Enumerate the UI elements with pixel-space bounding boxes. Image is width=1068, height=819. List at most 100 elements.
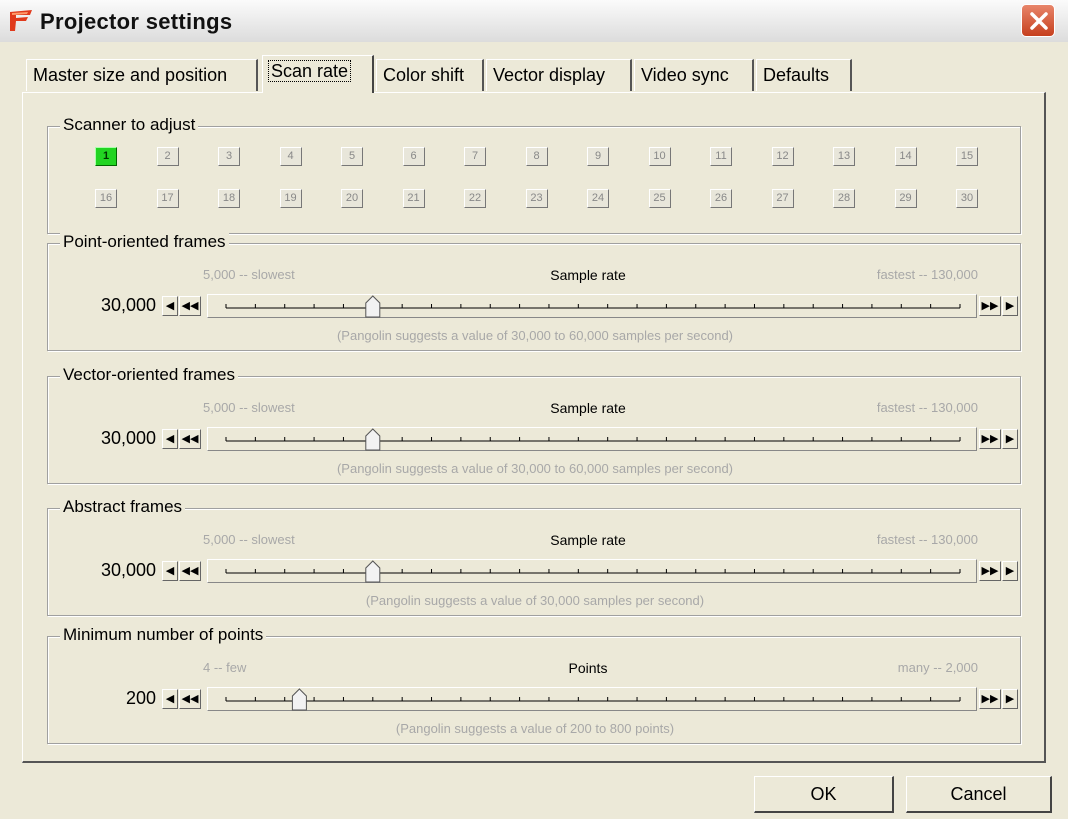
slider-max-hint: fastest -- 130,000	[876, 400, 978, 415]
slider-thumb	[291, 688, 307, 711]
scanner-button-11[interactable]: 11	[710, 147, 732, 166]
slider-thumb	[365, 428, 381, 451]
cancel-button[interactable]: Cancel	[906, 776, 1052, 813]
scanner-button-23[interactable]: 23	[525, 189, 548, 208]
scanner-button-19[interactable]: 19	[279, 189, 302, 208]
slider-center-label: Sample rate	[550, 267, 626, 283]
jump-right-button[interactable]: ▶▶	[979, 689, 1001, 709]
title-bar: Projector settings	[0, 0, 1068, 42]
tab-color-shift[interactable]: Color shift	[376, 59, 484, 91]
tab-panel-scan-rate: Scanner to adjust 1 2 3 4 5 6 7 8 9 10 11 12 13 14 15 1…	[22, 92, 1046, 763]
scanner-button-7[interactable]: 7	[464, 147, 486, 166]
tab-label: Color shift	[383, 65, 465, 85]
scanner-button-4[interactable]: 4	[279, 147, 302, 166]
step-right-button[interactable]: ▶	[1002, 296, 1018, 316]
scanner-button-18[interactable]: 18	[218, 189, 240, 208]
scanner-button-8[interactable]: 8	[525, 147, 548, 166]
point-oriented-frames-group: Point-oriented frames 5,000 -- slowest S…	[47, 232, 1021, 351]
slider-max-hint: fastest -- 130,000	[876, 267, 978, 282]
slider-min-hint: 5,000 -- slowest	[203, 532, 295, 547]
tab-video-sync[interactable]: Video sync	[634, 59, 754, 91]
slider-value: 30,000	[100, 295, 156, 315]
slider-min-hint: 5,000 -- slowest	[203, 400, 295, 415]
minimum-number-of-points-group: Minimum number of points 4 -- few Points…	[47, 625, 1021, 744]
scanner-button-25[interactable]: 25	[648, 189, 671, 208]
scanner-button-21[interactable]: 21	[402, 189, 425, 208]
scanner-button-15[interactable]: 15	[956, 147, 978, 166]
jump-left-button[interactable]: ◀◀	[179, 561, 201, 581]
scanner-button-16[interactable]: 16	[95, 189, 117, 208]
group-title: Vector-oriented frames	[60, 365, 238, 385]
pangolin-app-icon	[10, 10, 32, 31]
vector-oriented-frames-group: Vector-oriented frames 5,000 -- slowest …	[47, 365, 1021, 484]
slider-max-hint: many -- 2,000	[897, 660, 978, 675]
slider-thumb	[365, 560, 381, 583]
slider-center-label: Sample rate	[550, 400, 626, 416]
scanner-button-1[interactable]: 1	[95, 147, 117, 166]
jump-left-button[interactable]: ◀◀	[179, 429, 201, 449]
tab-label: Video sync	[641, 65, 729, 85]
scanner-button-24[interactable]: 24	[587, 189, 609, 208]
slider-center-label: Sample rate	[550, 532, 626, 548]
scanner-button-26[interactable]: 26	[710, 189, 732, 208]
tab-scan-rate[interactable]: Scan rate	[262, 55, 374, 93]
slider-value: 200	[125, 688, 156, 708]
step-left-button[interactable]: ◀	[162, 296, 178, 316]
step-right-button[interactable]: ▶	[1002, 689, 1018, 709]
scanner-button-3[interactable]: 3	[218, 147, 240, 166]
tab-defaults[interactable]: Defaults	[756, 59, 852, 91]
tab-vector-display[interactable]: Vector display	[486, 59, 632, 91]
tab-label: Scan rate	[267, 60, 352, 82]
slider-thumb	[365, 295, 381, 318]
scanner-button-30[interactable]: 30	[956, 189, 978, 208]
tab-label: Master size and position	[33, 65, 228, 85]
step-left-button[interactable]: ◀	[162, 429, 178, 449]
slider-suggestion: (Pangolin suggests a value of 30,000 sam…	[365, 593, 705, 608]
jump-right-button[interactable]: ▶▶	[979, 296, 1001, 316]
group-title: Minimum number of points	[60, 625, 267, 645]
close-button[interactable]	[1021, 4, 1055, 37]
tab-label: Vector display	[493, 65, 606, 85]
scanner-button-2[interactable]: 2	[156, 147, 179, 166]
slider-max-hint: fastest -- 130,000	[876, 532, 978, 547]
ok-button[interactable]: OK	[754, 776, 894, 813]
scanner-button-14[interactable]: 14	[894, 147, 917, 166]
slider-track[interactable]	[207, 559, 977, 583]
scanner-button-10[interactable]: 10	[648, 147, 671, 166]
step-right-button[interactable]: ▶	[1002, 429, 1018, 449]
slider-scale	[225, 295, 961, 318]
slider-track[interactable]	[207, 687, 977, 711]
jump-right-button[interactable]: ▶▶	[979, 429, 1001, 449]
jump-left-button[interactable]: ◀◀	[179, 689, 201, 709]
jump-left-button[interactable]: ◀◀	[179, 296, 201, 316]
scanner-button-6[interactable]: 6	[402, 147, 425, 166]
slider-scale	[225, 428, 961, 451]
slider-value: 30,000	[100, 560, 156, 580]
scanner-button-17[interactable]: 17	[156, 189, 179, 208]
scanner-button-22[interactable]: 22	[464, 189, 486, 208]
scanner-button-13[interactable]: 13	[833, 147, 855, 166]
tab-label: Defaults	[763, 65, 830, 85]
scanner-button-20[interactable]: 20	[341, 189, 363, 208]
close-icon	[1030, 12, 1048, 30]
scanner-button-5[interactable]: 5	[341, 147, 363, 166]
slider-min-hint: 4 -- few	[203, 660, 247, 675]
step-right-button[interactable]: ▶	[1002, 561, 1018, 581]
step-left-button[interactable]: ◀	[162, 561, 178, 581]
jump-right-button[interactable]: ▶▶	[979, 561, 1001, 581]
scanner-button-28[interactable]: 28	[833, 189, 855, 208]
slider-scale	[225, 560, 961, 583]
scanner-group: Scanner to adjust 1 2 3 4 5 6 7 8 9 10 11 12 13 14 15 1…	[47, 115, 1021, 234]
scanner-button-12[interactable]: 12	[771, 147, 794, 166]
slider-suggestion: (Pangolin suggests a value of 30,000 to …	[336, 461, 734, 476]
tab-master-size-and-position[interactable]: Master size and position	[26, 59, 258, 91]
window-title: Projector settings	[40, 9, 233, 34]
scanner-button-29[interactable]: 29	[894, 189, 917, 208]
slider-min-hint: 5,000 -- slowest	[203, 267, 295, 282]
scanner-button-27[interactable]: 27	[771, 189, 794, 208]
scanner-button-9[interactable]: 9	[587, 147, 609, 166]
slider-track[interactable]	[207, 427, 977, 451]
slider-track[interactable]	[207, 294, 977, 318]
slider-suggestion: (Pangolin suggests a value of 30,000 to …	[336, 328, 734, 343]
step-left-button[interactable]: ◀	[162, 689, 178, 709]
